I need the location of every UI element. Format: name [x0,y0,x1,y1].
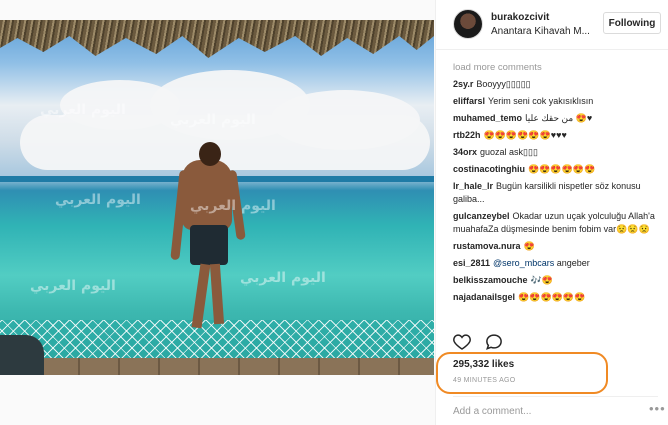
comment-username[interactable]: 34orx [453,147,477,157]
load-more-comments-link[interactable]: load more comments [453,62,658,73]
add-comment-input[interactable]: Add a comment... [453,406,531,417]
person-head [199,142,221,166]
highlight-annotation [436,352,608,394]
comment-username[interactable]: gulcanzeybel [453,211,510,221]
comment-username[interactable]: esi_2811 [453,258,490,268]
comment-username[interactable]: lr_hale_lr [453,181,493,191]
comment-item: najadanailsgel 😍😍😍😍😍😍 [453,291,658,304]
wooden-deck [0,358,434,375]
comment-text: Booyyy▯▯▯▯▯ [476,79,531,89]
comment-username[interactable]: muhamed_temo [453,113,522,123]
watermark: اليوم العربي [170,112,256,128]
person-leg [191,263,211,329]
comment-item: rustamova.nura 😍 [453,240,658,253]
comment-item: eliffarsl Yerim seni cok yakısıklısın [453,95,658,108]
post-username[interactable]: burakozcivit [491,12,549,23]
comment-text: 🎶😍 [530,275,553,285]
heart-icon[interactable] [453,333,471,350]
comment-username[interactable]: najadanailsgel [453,292,515,302]
comment-username[interactable]: 2sy.r [453,79,473,89]
person-shorts [190,225,228,265]
comment-text: Yerim seni cok yakısıklısın [488,96,594,106]
comment-text: 😍 [523,241,535,251]
thatched-roof [0,20,434,58]
comments-list: load more comments 2sy.r Booyyy▯▯▯▯▯ eliff… [453,62,658,308]
comment-item: lr_hale_lr Bugün karsilikli nispetler söz… [453,180,658,206]
divider [453,396,658,397]
watermark: اليوم العربي [190,198,276,214]
comment-text: 😍😍😍😍😍😍♥♥♥ [483,130,567,140]
post-location[interactable]: Anantara Kihavah M... [491,26,591,37]
comment-username[interactable]: belkisszamouche [453,275,528,285]
watermark: اليوم العربي [40,102,126,118]
avatar[interactable] [453,9,483,39]
watermark: اليوم العربي [240,270,326,286]
comment-item: belkisszamouche 🎶😍 [453,274,658,287]
more-options-icon[interactable]: ••• [649,401,666,416]
comment-item: muhamed_temo من حقك عليا 😍♥ [453,112,658,125]
comment-item: 34orx guozal ask▯▯▯ [453,146,658,159]
lounge-chair [0,335,44,375]
watermark: اليوم العربي [30,278,116,294]
comment-icon[interactable] [485,333,503,350]
comment-text: من حقك عليا 😍♥ [525,113,593,123]
post-photo[interactable]: اليوم العربي اليوم العربي اليوم العربي ا… [0,20,434,375]
person-leg [209,263,225,325]
comment-username[interactable]: rustamova.nura [453,241,521,251]
comment-mention[interactable]: @sero_mbcars [493,258,554,268]
comment-text: 😍😍😍😍😍😍 [528,164,596,174]
person-torso [182,160,232,230]
comment-item: rtb22h 😍😍😍😍😍😍♥♥♥ [453,129,658,142]
following-button[interactable]: Following [603,12,661,34]
comment-username[interactable]: rtb22h [453,130,481,140]
comment-text: angeber [556,258,590,268]
post-header: burakozcivit Anantara Kihavah M... Follo… [436,0,668,50]
comment-item: 2sy.r Booyyy▯▯▯▯▯ [453,78,658,91]
comment-item: costinacotinghiu 😍😍😍😍😍😍 [453,163,658,176]
comment-username[interactable]: eliffarsl [453,96,485,106]
comment-username[interactable]: costinacotinghiu [453,164,525,174]
comment-text: guozal ask▯▯▯ [480,147,538,157]
watermark: اليوم العربي [55,192,141,208]
comment-item: gulcanzeybel Okadar uzun uçak yolculuğu A… [453,210,658,236]
comment-item: esi_2811 @sero_mbcars angeber [453,257,658,270]
comment-text: 😍😍😍😍😍😍 [518,292,586,302]
